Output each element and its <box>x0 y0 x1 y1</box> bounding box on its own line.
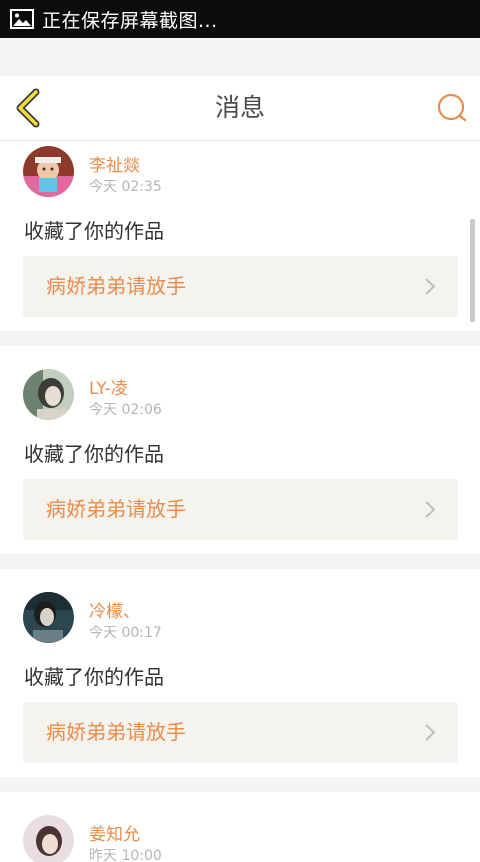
avatar[interactable] <box>23 592 74 643</box>
action-text: 收藏了你的作品 <box>24 665 164 689</box>
work-link[interactable]: 病娇弟弟请放手 <box>23 479 458 540</box>
work-title: 病娇弟弟请放手 <box>46 497 186 521</box>
chevron-right-icon <box>425 724 436 741</box>
nav-bar: 消息 <box>0 76 480 141</box>
action-text: 收藏了你的作品 <box>24 219 164 243</box>
timestamp: 今天 00:17 <box>89 625 162 641</box>
message-card: 李祉燚 今天 02:35 收藏了你的作品 病娇弟弟请放手 <box>0 141 480 331</box>
username[interactable]: 冷檬、 <box>89 597 140 622</box>
message-card: 冷檬、 今天 00:17 收藏了你的作品 病娇弟弟请放手 <box>0 569 480 777</box>
work-title: 病娇弟弟请放手 <box>46 274 186 298</box>
avatar[interactable] <box>23 146 74 197</box>
image-icon <box>10 9 34 29</box>
work-link[interactable]: 病娇弟弟请放手 <box>23 702 458 763</box>
username[interactable]: 姜知允 <box>89 820 140 845</box>
page-title: 消息 <box>214 93 265 122</box>
avatar[interactable] <box>23 815 74 862</box>
chevron-right-icon <box>425 278 436 295</box>
action-text: 收藏了你的作品 <box>24 442 164 466</box>
timestamp: 今天 02:35 <box>89 179 162 195</box>
message-card: 姜知允 昨天 10:00 <box>0 792 480 862</box>
work-link[interactable]: 病娇弟弟请放手 <box>23 256 458 317</box>
status-text: 正在保存屏幕截图... <box>42 9 218 32</box>
chevron-right-icon <box>425 501 436 518</box>
username[interactable]: LY-凌 <box>89 374 128 399</box>
username[interactable]: 李祉燚 <box>89 151 140 176</box>
avatar[interactable] <box>23 369 74 420</box>
search-icon[interactable] <box>436 92 468 124</box>
status-bar: 正在保存屏幕截图... <box>0 0 480 38</box>
message-list: 李祉燚 今天 02:35 收藏了你的作品 病娇弟弟请放手 LY-凌 今天 02:… <box>0 141 480 862</box>
scrollbar[interactable] <box>470 219 475 322</box>
timestamp: 今天 02:06 <box>89 402 162 418</box>
work-title: 病娇弟弟请放手 <box>46 720 186 744</box>
message-card: LY-凌 今天 02:06 收藏了你的作品 病娇弟弟请放手 <box>0 346 480 554</box>
